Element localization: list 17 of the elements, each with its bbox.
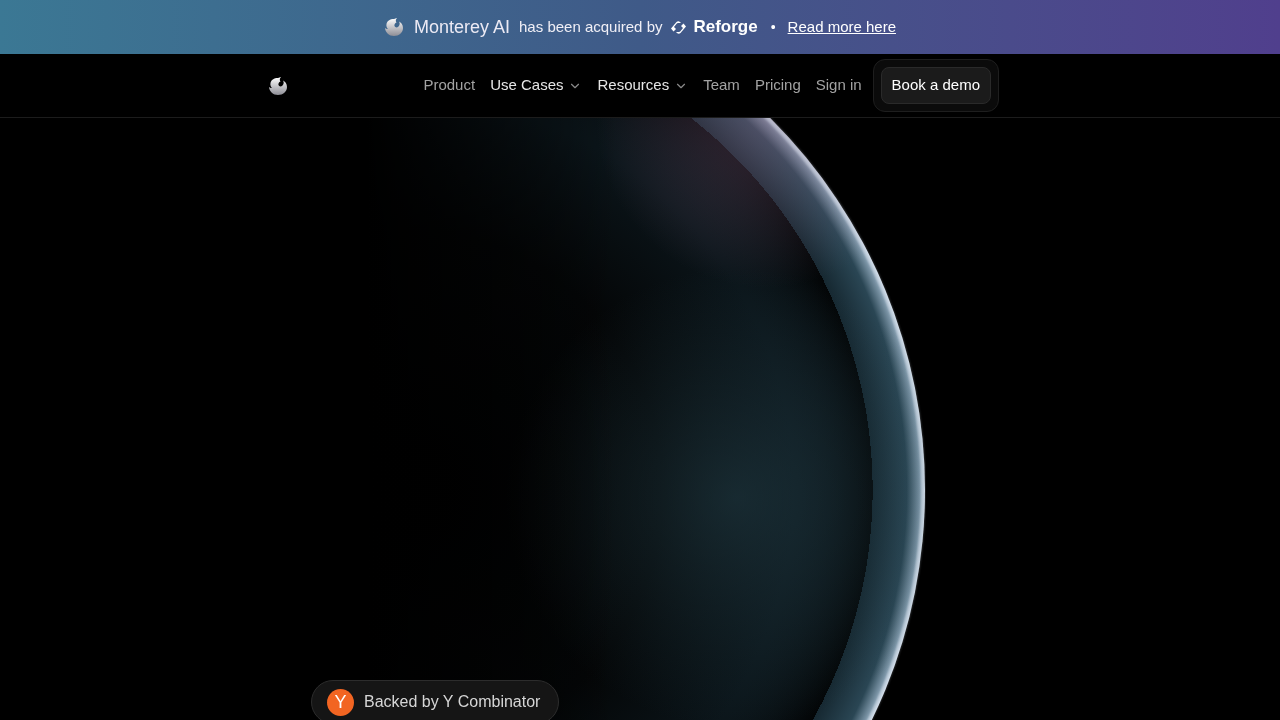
logo-icon	[384, 17, 404, 37]
nav-link[interactable]: Product	[423, 74, 476, 97]
company-name: Monterey AI	[414, 15, 511, 39]
nav-dropdown[interactable]: Use Cases	[490, 74, 583, 97]
nav-link[interactable]: Team	[703, 74, 740, 97]
logo-icon	[268, 75, 288, 96]
nav-link[interactable]: Sign in	[815, 74, 862, 97]
book-demo-button[interactable]: Book a demo	[872, 59, 999, 112]
letter-logo: Y	[327, 688, 354, 716]
logo-icon	[670, 19, 688, 35]
nav-dropdown[interactable]: Resources	[597, 74, 689, 97]
separator-dot: •	[770, 17, 776, 37]
read-more-link[interactable]: Read more here	[787, 15, 896, 39]
banner-message: has been acquired by	[519, 16, 663, 37]
acquirer-name: Reforge	[693, 16, 758, 39]
nav-link[interactable]: Pricing	[754, 74, 801, 97]
badge-label: Backed by Y Combinator	[364, 692, 541, 712]
